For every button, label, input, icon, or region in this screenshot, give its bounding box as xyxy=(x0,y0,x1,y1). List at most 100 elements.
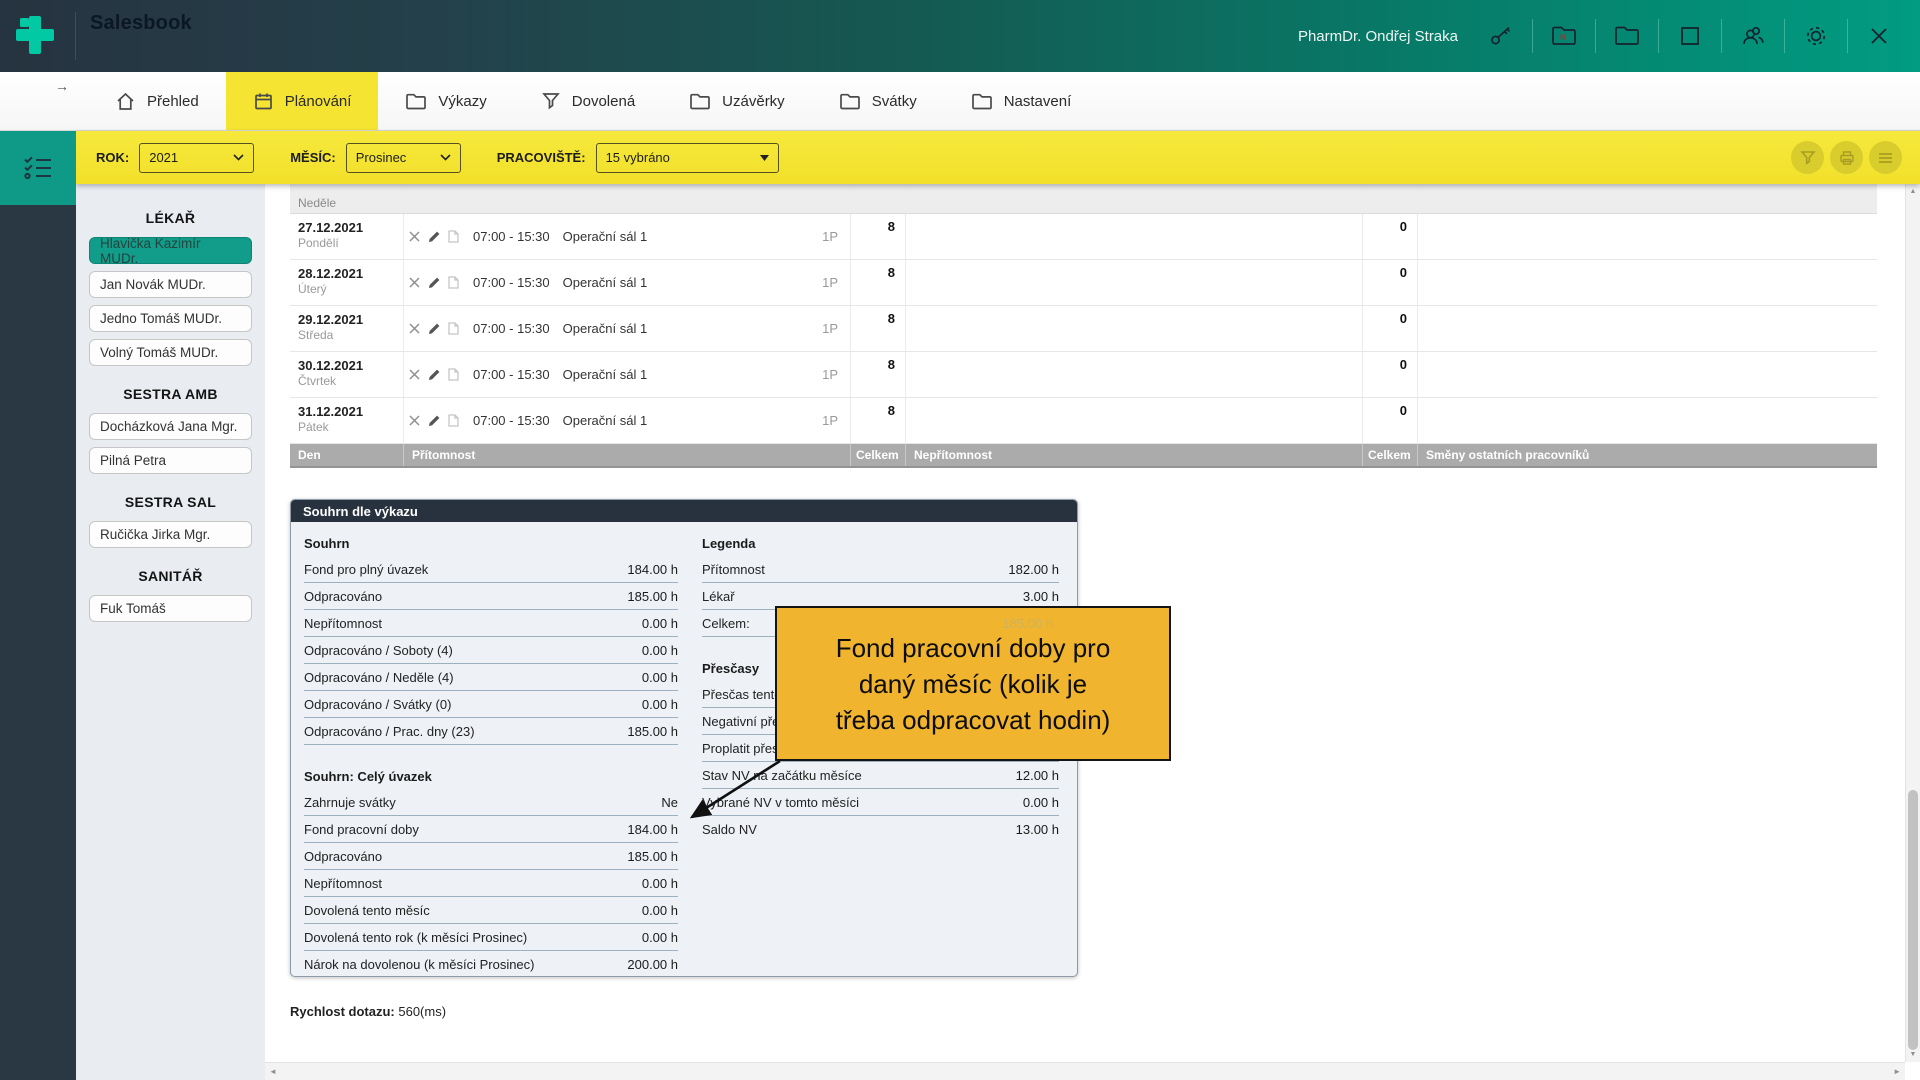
pracoviste-select[interactable]: 15 vybráno xyxy=(596,143,779,173)
sum-value: 0.00 h xyxy=(1023,795,1059,810)
edit-shift-icon[interactable] xyxy=(428,231,440,243)
shift-time: 07:00 - 15:30 xyxy=(473,229,550,244)
sum-label: Odpracováno xyxy=(304,849,382,864)
close-icon[interactable] xyxy=(1862,19,1896,53)
summary-panel-title: Souhrn dle výkazu xyxy=(291,500,1077,522)
divider xyxy=(1847,19,1848,53)
table-row: 27.12.2021 Pondělí 07:00 - 15:30 Operačn… xyxy=(290,214,1877,260)
staff-item[interactable]: Fuk Tomáš xyxy=(89,595,252,622)
frame-icon[interactable] xyxy=(1673,19,1707,53)
chevron-down-icon xyxy=(233,154,244,161)
document-icon[interactable] xyxy=(448,414,459,427)
edit-shift-icon[interactable] xyxy=(428,415,440,427)
sum-value: 185.00 h xyxy=(627,724,678,739)
shift-time: 07:00 - 15:30 xyxy=(473,275,550,290)
pracoviste-label: PRACOVIŠTĚ: xyxy=(497,150,586,165)
row-date: 27.12.2021 xyxy=(298,219,403,236)
sum-value: 182.00 h xyxy=(1008,562,1059,577)
sum-label: Nárok na dovolenou (k měsíci Prosinec) xyxy=(304,957,535,972)
app-logo-plus-icon[interactable] xyxy=(12,12,58,58)
sum-value: 185.00 h xyxy=(627,849,678,864)
sum-label: Dovolená tento rok (k měsíci Prosinec) xyxy=(304,930,527,945)
document-icon[interactable] xyxy=(448,368,459,381)
tab-uzaverky[interactable]: Uzávěrky xyxy=(662,72,812,130)
staff-item[interactable]: Jan Novák MUDr. xyxy=(89,271,252,298)
back-arrow-icon[interactable]: → xyxy=(55,78,69,94)
staff-item[interactable]: Pilná Petra xyxy=(89,447,252,474)
tab-svatky[interactable]: Svátky xyxy=(812,72,944,130)
tab-label: Přehled xyxy=(147,93,199,110)
staff-item[interactable]: Jedno Tomáš MUDr. xyxy=(89,305,252,332)
folder-n-icon[interactable]: N xyxy=(1547,19,1581,53)
sum-value: 184.00 h xyxy=(627,562,678,577)
sum-label: Odpracováno / Neděle (4) xyxy=(304,670,454,685)
key-icon[interactable] xyxy=(1484,19,1518,53)
folder-icon[interactable] xyxy=(1610,19,1644,53)
sum-value: 0.00 h xyxy=(642,876,678,891)
tab-planovani[interactable]: Plánování xyxy=(226,72,379,130)
tab-nastaveni[interactable]: Nastavení xyxy=(944,72,1099,130)
scroll-left-arrow[interactable]: ◄ xyxy=(269,1067,277,1076)
folder-icon xyxy=(405,92,427,111)
staff-item[interactable]: Volný Tomáš MUDr. xyxy=(89,339,252,366)
rok-label: ROK: xyxy=(96,150,129,165)
present-total: 8 xyxy=(851,352,906,397)
staff-sidebar: LÉKAŘ Hlavička Kazimír MUDr. Jan Novák M… xyxy=(76,184,265,1080)
scroll-up-arrow[interactable]: ▲ xyxy=(1906,188,1920,195)
table-header-row: Den Přítomnost Celkem Nepřítomnost Celke… xyxy=(290,444,1877,468)
header-divider xyxy=(75,12,76,60)
staff-item[interactable]: Docházková Jana Mgr. xyxy=(89,413,252,440)
tab-prehled[interactable]: Přehled xyxy=(88,72,226,130)
funnel-icon xyxy=(541,91,561,111)
edit-shift-icon[interactable] xyxy=(428,369,440,381)
sum-label: Nepřítomnost xyxy=(304,616,382,631)
gear-icon[interactable] xyxy=(1799,19,1833,53)
delete-shift-icon[interactable] xyxy=(409,277,420,288)
scroll-right-arrow[interactable]: ► xyxy=(1893,1067,1901,1076)
sum-label: Fond pracovní doby xyxy=(304,822,419,837)
sum-label: Odpracováno / Prac. dny (23) xyxy=(304,724,475,739)
sum-label: Zahrnuje svátky xyxy=(304,795,396,810)
folder-icon xyxy=(971,92,993,111)
rail-checklist-block[interactable] xyxy=(0,131,76,205)
shift-time: 07:00 - 15:30 xyxy=(473,413,550,428)
filter-icon[interactable] xyxy=(1791,141,1824,174)
document-icon[interactable] xyxy=(448,230,459,243)
scroll-down-arrow[interactable]: ▼ xyxy=(1906,1051,1920,1058)
document-icon[interactable] xyxy=(448,276,459,289)
edit-shift-icon[interactable] xyxy=(428,323,440,335)
staff-item[interactable]: Ručička Jirka Mgr. xyxy=(89,521,252,548)
table-row: 29.12.2021 Středa 07:00 - 15:30 Operační… xyxy=(290,306,1877,352)
tab-dovolena[interactable]: Dovolená xyxy=(514,72,662,130)
users-icon[interactable] xyxy=(1736,19,1770,53)
tab-label: Svátky xyxy=(872,93,917,110)
delete-shift-icon[interactable] xyxy=(409,323,420,334)
rok-select[interactable]: 2021 xyxy=(139,143,254,173)
delete-shift-icon[interactable] xyxy=(409,231,420,242)
delete-shift-icon[interactable] xyxy=(409,369,420,380)
shift-place: Operační sál 1 xyxy=(563,275,648,290)
horizontal-scrollbar[interactable]: ◄ ► xyxy=(265,1062,1905,1080)
shift-place: Operační sál 1 xyxy=(563,229,648,244)
shift-time: 07:00 - 15:30 xyxy=(473,321,550,336)
row-day: Úterý xyxy=(298,282,403,297)
pracoviste-value: 15 vybráno xyxy=(606,150,760,165)
print-icon[interactable] xyxy=(1830,141,1863,174)
row-date: 31.12.2021 xyxy=(298,403,403,420)
vertical-scrollbar[interactable]: ▲ ▼ xyxy=(1905,184,1920,1062)
tab-vykazy[interactable]: Výkazy xyxy=(378,72,513,130)
present-total: 8 xyxy=(851,306,906,351)
annotation-arrow xyxy=(665,749,795,834)
group-title-sestra-amb: SESTRA AMB xyxy=(76,386,265,402)
divider xyxy=(1721,19,1722,53)
edit-shift-icon[interactable] xyxy=(428,277,440,289)
document-icon[interactable] xyxy=(448,322,459,335)
shift-tag: 1P xyxy=(822,367,838,382)
staff-item[interactable]: Hlavička Kazimír MUDr. xyxy=(89,237,252,264)
sum-label: Odpracováno xyxy=(304,589,382,604)
tab-label: Výkazy xyxy=(438,93,486,110)
vertical-scroll-thumb[interactable] xyxy=(1908,790,1918,1050)
menu-icon[interactable] xyxy=(1869,141,1902,174)
mesic-select[interactable]: Prosinec xyxy=(346,143,461,173)
delete-shift-icon[interactable] xyxy=(409,415,420,426)
